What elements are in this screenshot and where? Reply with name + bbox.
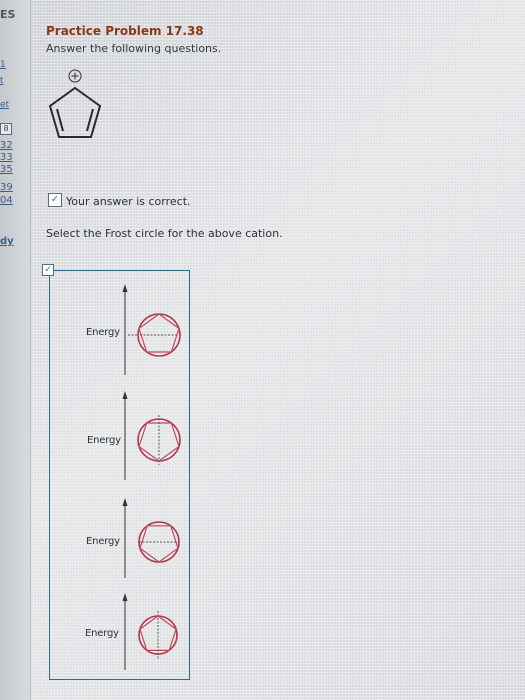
problem-title: Practice Problem 17.38 [46, 24, 204, 38]
frost-circle-option-4[interactable] [78, 585, 188, 680]
sidebar-number[interactable]: 33 [0, 152, 13, 163]
sidebar-number[interactable]: 35 [0, 164, 13, 175]
question-text: Select the Frost circle for the above ca… [46, 227, 283, 240]
panel-check-icon: ✓ [42, 264, 54, 276]
sidebar-link[interactable]: 1 [0, 60, 6, 70]
frost-circle-option-2[interactable] [78, 385, 188, 485]
sidebar-link[interactable]: et [0, 100, 9, 110]
sidebar-bottom-link[interactable]: dy [0, 236, 14, 247]
frost-circle-option-3[interactable] [78, 490, 188, 590]
sidebar-box[interactable]: 8 [0, 123, 12, 135]
sidebar-header: ES [0, 8, 16, 21]
sidebar-link[interactable]: t [0, 76, 4, 86]
frost-circle-option-1[interactable] [78, 280, 188, 380]
feedback-text: Your answer is correct. [66, 195, 191, 208]
problem-instructions: Answer the following questions. [46, 42, 222, 55]
cyclopentadienyl-cation-structure [48, 69, 102, 138]
sidebar-number[interactable]: 04 [0, 195, 13, 206]
sidebar-number[interactable]: 39 [0, 182, 13, 193]
frost-circle [138, 521, 180, 563]
sidebar-number[interactable]: 32 [0, 140, 13, 151]
correct-check-icon: ✓ [48, 193, 62, 207]
